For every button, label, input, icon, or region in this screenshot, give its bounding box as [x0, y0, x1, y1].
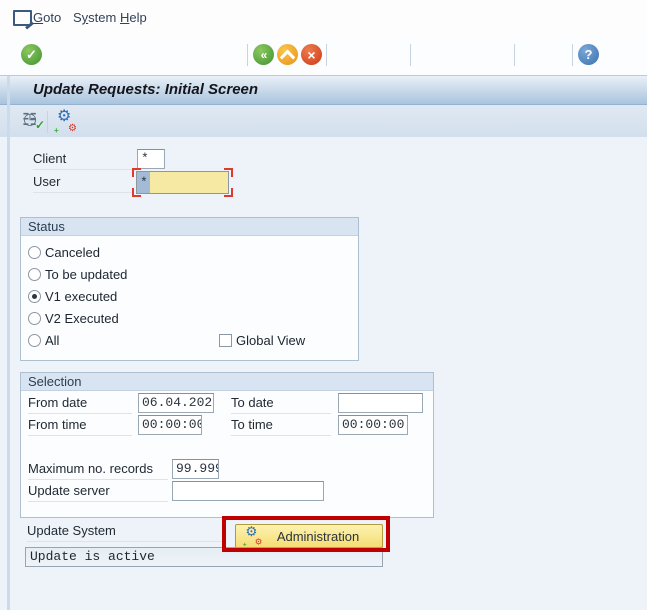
radio-canceled[interactable]: Canceled	[28, 241, 100, 263]
radio-all[interactable]: All	[28, 329, 59, 351]
radio-v2-executed[interactable]: V2 Executed	[28, 307, 119, 329]
to-time-label: To time	[231, 415, 331, 436]
selection-group-title: Selection	[21, 373, 433, 391]
toolbar-separator	[514, 44, 515, 66]
sap-control-menu-icon[interactable]	[13, 10, 32, 26]
radio-icon	[28, 246, 41, 259]
cancel-icon[interactable]: ×	[301, 44, 322, 65]
update-administration-icon[interactable]: ⚙⚙+	[55, 112, 77, 132]
from-time-input[interactable]: 00:00:00	[138, 415, 202, 435]
application-toolbar: ☷︎◷✓ ⚙⚙+	[0, 105, 647, 138]
menu-item-help[interactable]: Help	[120, 9, 147, 27]
update-system-label: Update System	[27, 521, 223, 542]
enter-icon[interactable]: ✓	[21, 44, 42, 65]
update-server-input[interactable]	[172, 481, 324, 501]
max-records-input[interactable]: 99.999	[172, 459, 219, 479]
to-date-input[interactable]	[338, 393, 423, 413]
title-bar: Update Requests: Initial Screen	[0, 76, 647, 105]
radio-icon	[28, 334, 41, 347]
update-server-label: Update server	[28, 481, 168, 502]
client-label: Client	[33, 149, 133, 170]
toolbar-separator	[47, 111, 48, 133]
help-icon[interactable]: ?	[578, 44, 599, 65]
selection-corner	[224, 168, 233, 177]
to-date-label: To date	[231, 393, 331, 414]
selection-corner	[224, 188, 233, 197]
menu-item-system[interactable]: System	[73, 9, 116, 27]
sap-window: Goto System Help ✓ ▼ « « × + ↑ ↑ ↓ ↓ ★ ↗…	[0, 0, 647, 610]
checkbox-global-view[interactable]: Global View	[219, 329, 305, 351]
page-title: Update Requests: Initial Screen	[33, 81, 258, 98]
from-date-input[interactable]: 06.04.2021	[138, 393, 214, 413]
back-icon[interactable]: «	[253, 44, 274, 65]
selection-corner	[132, 168, 141, 177]
standard-toolbar: ✓ ▼ « « × + ↑ ↑ ↓ ↓ ★ ↗ ?	[0, 36, 647, 76]
checkbox-icon	[219, 334, 232, 347]
user-label: User	[33, 172, 133, 193]
radio-icon	[28, 268, 41, 281]
window-frame-edge	[7, 76, 10, 610]
execute-icon[interactable]: ☷︎◷✓	[22, 110, 42, 130]
from-time-label: From time	[28, 415, 132, 436]
selection-groupbox: Selection From date 06.04.2021 To date F…	[20, 372, 434, 518]
toolbar-separator	[326, 44, 327, 66]
selection-corner	[132, 188, 141, 197]
toolbar-separator	[410, 44, 411, 66]
max-records-label: Maximum no. records	[28, 459, 168, 480]
toolbar-separator	[572, 44, 573, 66]
toolbar-separator	[247, 44, 248, 66]
client-input[interactable]: *	[137, 149, 165, 169]
annotation-highlight-rectangle	[222, 516, 390, 552]
menu-bar: Goto System Help	[0, 0, 647, 36]
to-time-input[interactable]: 00:00:00	[338, 415, 408, 435]
radio-v1-executed[interactable]: V1 executed	[28, 285, 117, 307]
exit-icon[interactable]	[277, 44, 298, 65]
radio-icon	[28, 312, 41, 325]
from-date-label: From date	[28, 393, 132, 414]
status-groupbox: Status Canceled To be updated V1 execute…	[20, 217, 359, 361]
menu-item-goto[interactable]: Goto	[33, 9, 61, 27]
radio-icon	[28, 290, 41, 303]
status-group-title: Status	[21, 218, 358, 236]
user-input[interactable]: *	[136, 171, 229, 194]
radio-to-be-updated[interactable]: To be updated	[28, 263, 127, 285]
